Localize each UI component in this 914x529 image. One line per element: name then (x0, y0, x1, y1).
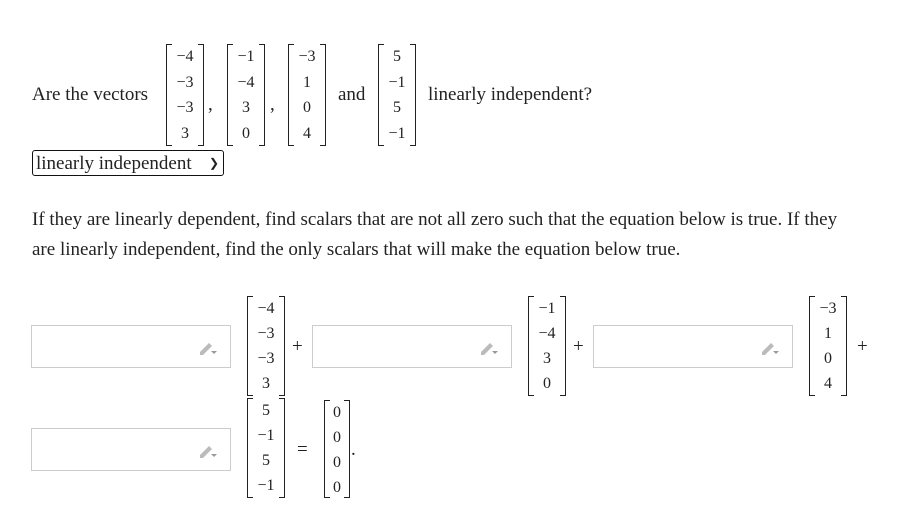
vector-entry: −1 (538, 300, 556, 317)
vector-entry: 5 (393, 48, 401, 66)
vector-entry: −3 (176, 99, 194, 117)
equation-vector-2: −1 −4 3 0 (528, 296, 566, 396)
vector-entry: 3 (262, 375, 270, 392)
equation-vector-3: −3 1 0 4 (809, 296, 847, 396)
vector-entry: −3 (176, 73, 194, 91)
right-bracket (841, 296, 847, 396)
plus-sign: + (292, 336, 303, 357)
vector-entry: −3 (257, 325, 275, 342)
scalar-input-4[interactable] (31, 428, 231, 471)
plus-sign: + (573, 336, 584, 357)
vector-entry: −3 (298, 48, 316, 66)
vector-entry: −4 (176, 48, 194, 66)
right-bracket (279, 398, 285, 498)
comma: , (270, 94, 275, 115)
select-value: linearly independent (36, 153, 192, 174)
right-bracket (279, 296, 285, 396)
right-bracket (344, 400, 350, 498)
vector-entry: −4 (237, 73, 255, 91)
question-suffix: linearly independent? (428, 84, 593, 105)
scalar-input-2[interactable] (312, 325, 512, 368)
scalar-input-1[interactable] (31, 325, 231, 368)
vector-entry: 0 (333, 479, 341, 496)
vector-entry: 0 (242, 124, 250, 142)
comma: , (208, 94, 213, 115)
vector-entry: 4 (303, 124, 311, 142)
equals-sign: = (297, 439, 308, 460)
dependence-select[interactable]: linearly independent ❯ (32, 150, 224, 176)
vector-entry: −1 (388, 73, 406, 91)
vector-entry: 0 (333, 454, 341, 471)
vector-entry: 1 (303, 73, 311, 91)
right-bracket (259, 44, 265, 146)
vector-entry: −1 (388, 124, 406, 142)
vector-entry: −1 (257, 427, 275, 444)
vector-entry: −3 (819, 300, 837, 317)
pencil-icon (481, 343, 498, 355)
vector-entry: 0 (333, 429, 341, 446)
right-bracket (410, 44, 416, 146)
vector-2: −1 −4 3 0 (227, 44, 265, 146)
scalar-input-3[interactable] (593, 325, 793, 368)
vector-entry: −1 (257, 477, 275, 494)
equation-vector-4: 5 −1 5 −1 (247, 398, 285, 498)
vector-entry: 3 (242, 99, 250, 117)
right-bracket (560, 296, 566, 396)
vector-entry: −3 (257, 350, 275, 367)
chevron-down-icon: ❯ (208, 156, 219, 170)
vector-entry: 5 (262, 402, 270, 419)
vector-1: −4 −3 −3 3 (166, 44, 204, 146)
vector-4: 5 −1 5 −1 (378, 44, 416, 146)
vector-entry: 0 (303, 99, 311, 117)
period: . (351, 439, 356, 460)
question-prefix: Are the vectors (32, 84, 149, 105)
vector-entry: 0 (543, 375, 551, 392)
instructions-line-1: If they are linearly dependent, find sca… (32, 209, 838, 230)
vector-entry: −4 (538, 325, 556, 342)
vector-entry: 0 (824, 350, 832, 367)
vector-entry: 5 (262, 452, 270, 469)
instructions-line-2: are linearly independent, find the only … (32, 239, 681, 260)
equation-vector-1: −4 −3 −3 3 (247, 296, 285, 396)
zero-vector: 0 0 0 0 (324, 400, 350, 498)
pencil-icon (762, 343, 779, 355)
vector-entry: 0 (333, 404, 341, 421)
right-bracket (320, 44, 326, 146)
vector-entry: 4 (824, 375, 832, 392)
vector-entry: 3 (543, 350, 551, 367)
vector-entry: 1 (824, 325, 832, 342)
right-bracket (198, 44, 204, 146)
and-text: and (338, 84, 366, 105)
vector-entry: −1 (237, 48, 255, 66)
pencil-icon (200, 343, 217, 355)
vector-entry: −4 (257, 300, 275, 317)
vector-3: −3 1 0 4 (288, 44, 326, 146)
pencil-icon (200, 446, 217, 458)
plus-sign: + (857, 336, 868, 357)
vector-entry: 5 (393, 99, 401, 117)
vector-entry: 3 (181, 124, 189, 142)
